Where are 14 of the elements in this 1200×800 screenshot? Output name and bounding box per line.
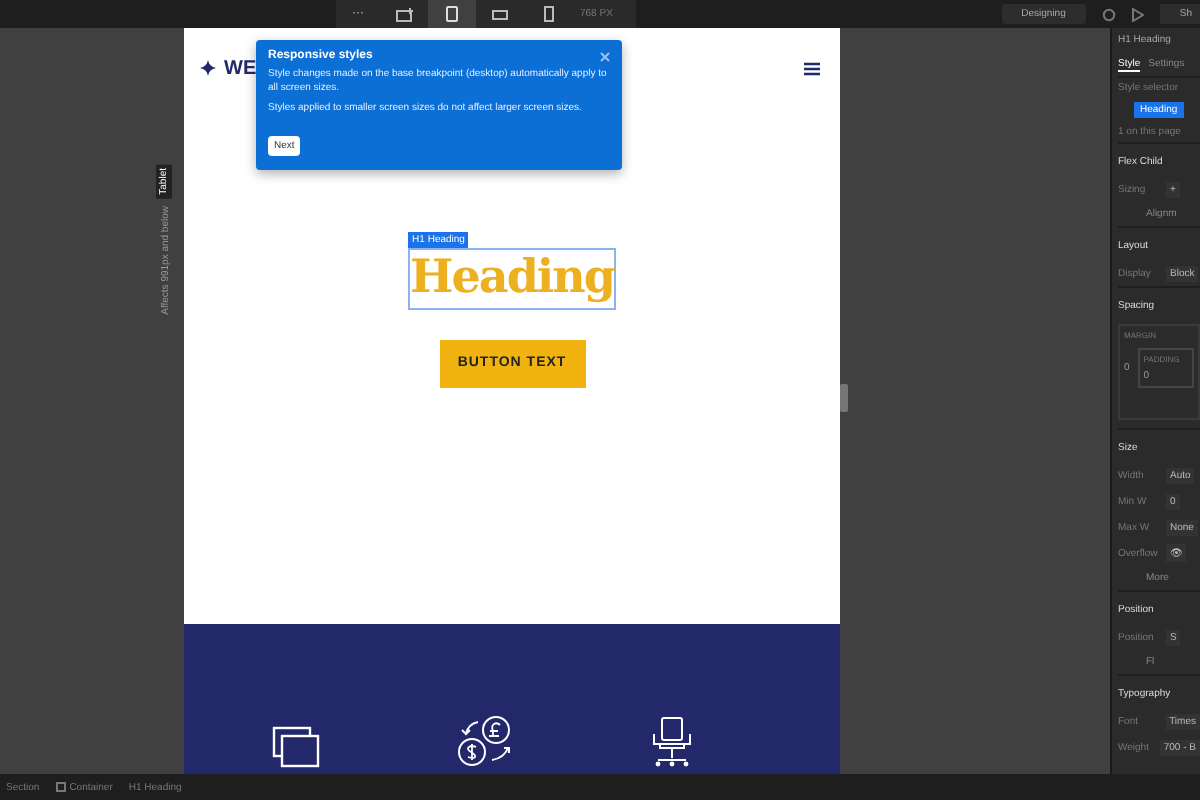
container-icon: [55, 782, 66, 792]
sparkle-icon: [200, 60, 216, 76]
menu-icon[interactable]: [804, 61, 820, 75]
tablet-icon: [446, 6, 458, 22]
close-icon[interactable]: [600, 51, 610, 61]
phone-landscape-icon: [492, 9, 508, 19]
windows-icon: [272, 726, 321, 768]
phone-icon: [543, 6, 553, 22]
play-icon[interactable]: [1131, 7, 1144, 21]
breakpoint-button[interactable]: [428, 0, 476, 28]
office-chair-icon: [651, 716, 692, 768]
currency-exchange-icon: [457, 714, 514, 768]
site-logo[interactable]: WE: [224, 57, 257, 79]
resize-handle[interactable]: [840, 384, 848, 412]
